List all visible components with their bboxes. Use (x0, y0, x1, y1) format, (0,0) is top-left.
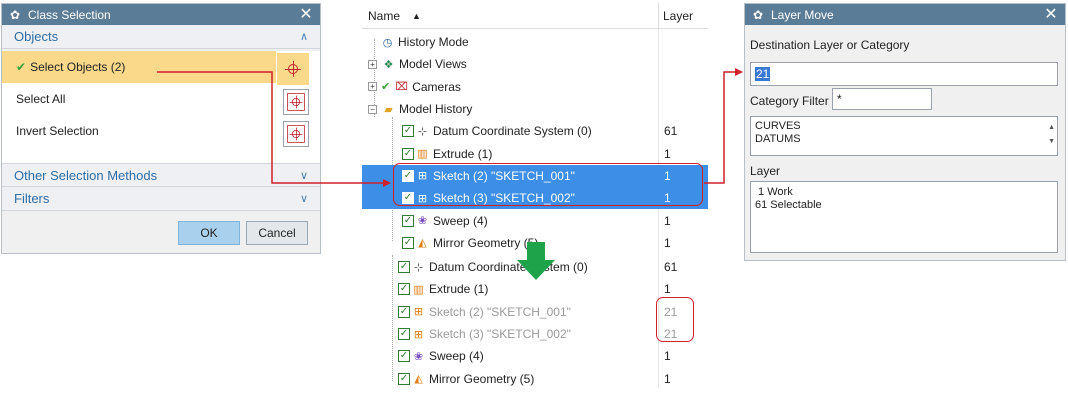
arrowhead-icon (735, 68, 743, 76)
down-arrow-icon (517, 242, 555, 280)
arrowhead-icon (383, 179, 391, 187)
sketch-to-layer-move-arrow (704, 71, 736, 184)
select-to-sketch-arrow (157, 71, 384, 184)
annotation-arrows (157, 68, 743, 280)
